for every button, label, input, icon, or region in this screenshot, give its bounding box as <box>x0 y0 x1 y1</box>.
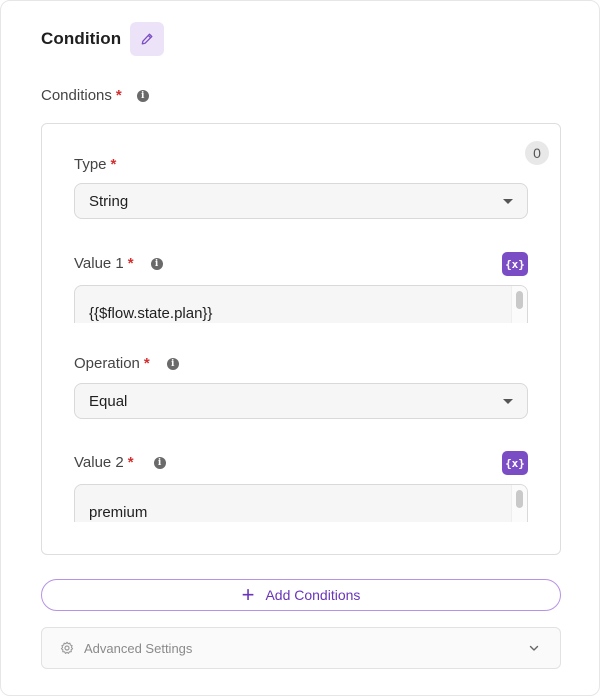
add-conditions-button[interactable]: + Add Conditions <box>41 579 561 611</box>
chevron-down-icon <box>528 642 540 654</box>
panel-header: Condition <box>41 22 165 56</box>
type-select[interactable]: String <box>74 183 528 219</box>
value1-input[interactable]: {{$flow.state.plan}} <box>74 285 528 323</box>
info-icon[interactable]: i <box>136 89 149 102</box>
chevron-down-icon <box>503 199 513 204</box>
panel-title: Condition <box>41 29 122 48</box>
value1-label: Value 1 * i <box>74 255 163 272</box>
chevron-down-icon <box>503 399 513 404</box>
value2-input[interactable]: premium <box>74 484 528 522</box>
advanced-settings-label: Advanced Settings <box>84 640 193 656</box>
required-mark: * <box>143 355 150 372</box>
value2-label: Value 2 * i <box>74 454 166 471</box>
gear-icon <box>60 641 74 655</box>
info-icon[interactable]: i <box>150 257 163 270</box>
info-icon[interactable]: i <box>166 357 179 370</box>
conditions-label-text: Conditions <box>41 87 112 104</box>
plus-icon: + <box>241 582 255 607</box>
operation-label: Operation * i <box>74 355 179 372</box>
value1-label-text: Value 1 <box>74 255 124 272</box>
scroll-thumb[interactable] <box>516 291 523 309</box>
conditions-label: Conditions * i <box>41 87 149 104</box>
advanced-settings-toggle[interactable]: Advanced Settings <box>41 627 561 669</box>
condition-card: 0 Type * String Value 1 * i {x} {{$flow.… <box>41 123 561 555</box>
value1-input-text: {{$flow.state.plan}} <box>89 305 213 322</box>
operation-select-value: Equal <box>89 392 128 410</box>
type-select-value: String <box>89 192 129 210</box>
type-label: Type * <box>74 156 116 173</box>
required-mark: * <box>115 87 122 104</box>
scrollbar[interactable] <box>511 485 527 522</box>
value2-input-text: premium <box>89 504 148 521</box>
scroll-thumb[interactable] <box>516 490 523 508</box>
pencil-icon <box>141 33 153 45</box>
condition-index-badge: 0 <box>525 141 549 165</box>
variable-picker-button[interactable]: {x} <box>502 252 528 276</box>
operation-select[interactable]: Equal <box>74 383 528 419</box>
type-label-text: Type <box>74 156 107 173</box>
variable-picker-button[interactable]: {x} <box>502 451 528 475</box>
edit-title-button[interactable] <box>130 22 165 56</box>
info-icon[interactable]: i <box>153 456 166 469</box>
required-mark: * <box>127 255 134 272</box>
required-mark: * <box>127 454 134 471</box>
required-mark: * <box>110 156 117 173</box>
scrollbar[interactable] <box>511 286 527 323</box>
value2-label-text: Value 2 <box>74 454 124 471</box>
condition-panel: Condition Conditions * i 0 Type * String… <box>0 0 600 696</box>
operation-label-text: Operation <box>74 355 140 372</box>
add-conditions-label: Add Conditions <box>265 587 361 603</box>
